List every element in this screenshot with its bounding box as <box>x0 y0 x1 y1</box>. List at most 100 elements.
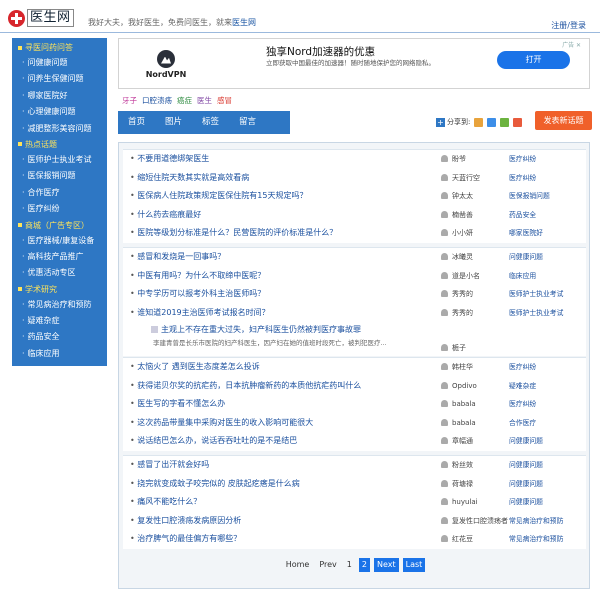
topic-author[interactable]: babala <box>441 414 476 433</box>
topic-author[interactable]: 章幅通 <box>441 432 473 451</box>
sidebar-item[interactable]: 高科技产品推广 <box>12 249 107 265</box>
sidebar-item[interactable]: 疑难杂症 <box>12 313 107 329</box>
tagline-site-link[interactable]: 医生网 <box>232 18 256 27</box>
list-item[interactable]: 医院等级划分标准是什么？民营医院的评价标准是什么？ 小小妍 哪家医院好 <box>123 224 586 243</box>
topic-author[interactable]: 天蓝行空 <box>441 169 480 188</box>
list-item[interactable]: 不要用道德绑架医生 盼爷 医疗纠纷 <box>123 150 586 169</box>
tag-link[interactable]: 牙子 <box>122 96 137 105</box>
topic-category[interactable]: 常见病治疗和预防 <box>509 512 563 531</box>
pager-next[interactable]: Next <box>373 558 399 572</box>
topic-author[interactable]: 楠凿善 <box>441 206 473 225</box>
featured-title[interactable]: 主观上不存在重大过失，妇产科医生仍然被判医疗事故罪 <box>161 324 361 335</box>
list-item[interactable]: 中医有用吗？为什么不取缔中医呢？ 道是小名 临床应用 <box>123 267 586 286</box>
topic-title[interactable]: 治疗脾气的最佳偏方有哪些？ <box>130 530 241 549</box>
topic-title[interactable]: 挠完就变成蚊子咬完似的 皮肤起疙瘩是什么病 <box>130 475 300 494</box>
sidebar-item[interactable]: 心理健康问题 <box>12 104 107 120</box>
topic-author[interactable]: 红花豆 <box>441 530 473 549</box>
topic-title[interactable]: 什么药去癌痕最好 <box>130 206 201 225</box>
pager-prev[interactable]: Prev <box>316 558 339 572</box>
topic-author[interactable]: 韩柱华 <box>441 358 473 377</box>
topic-author[interactable]: 秀秀的 <box>441 304 473 323</box>
plus-icon[interactable]: + <box>436 117 445 127</box>
list-item[interactable]: 感冒和发烧是一回事吗？ 冰曦灵 问健康问题 <box>123 248 586 267</box>
new-topic-button[interactable]: 发表新话题 <box>535 111 592 130</box>
list-item[interactable]: 谁知道2019主治医师考试报名时间？ 秀秀的 医师护士执业考试 <box>123 304 586 323</box>
topic-category[interactable]: 医师护士执业考试 <box>509 304 563 323</box>
topic-title[interactable]: 复发性口腔溃疡发病原因分析 <box>130 512 241 531</box>
topic-category[interactable]: 医疗纠纷 <box>509 395 536 414</box>
sidebar-item[interactable]: 哪家医院好 <box>12 88 107 104</box>
topic-author[interactable]: 钟太太 <box>441 187 473 206</box>
topic-category[interactable]: 合作医疗 <box>509 414 536 433</box>
list-item[interactable]: 医生写的字看不懂怎么办 babala 医疗纠纷 <box>123 395 586 414</box>
tab-item[interactable]: 首页 <box>118 111 155 134</box>
topic-title[interactable]: 感冒了出汗就会好吗 <box>130 456 209 475</box>
topic-category[interactable]: 临床应用 <box>509 267 536 286</box>
sidebar-item[interactable]: 临床应用 <box>12 346 107 362</box>
topic-category[interactable]: 医疗纠纷 <box>509 169 536 188</box>
share-site-icon[interactable] <box>474 117 484 127</box>
topic-author[interactable]: 盼爷 <box>441 150 466 169</box>
topic-category[interactable]: 医保报销问题 <box>509 187 550 206</box>
sidebar-item[interactable]: 医保报销问题 <box>12 168 107 184</box>
topic-category[interactable]: 疑难杂症 <box>509 377 536 396</box>
list-item[interactable]: 治疗脾气的最佳偏方有哪些？ 红花豆 常见病治疗和预防 <box>123 530 586 549</box>
topic-author[interactable]: 秀秀的 <box>441 285 473 304</box>
topic-category[interactable]: 问健康问题 <box>509 432 543 451</box>
sidebar-item[interactable]: 医师护士执业考试 <box>12 152 107 168</box>
sidebar-section-title[interactable]: 寻医问药问答 <box>12 40 107 55</box>
topic-category[interactable]: 哪家医院好 <box>509 224 543 243</box>
sidebar-item[interactable]: 医疗纠纷 <box>12 201 107 217</box>
share-site-icon[interactable] <box>513 117 523 127</box>
sidebar-item[interactable]: 药品安全 <box>12 329 107 345</box>
topic-category[interactable]: 医疗纠纷 <box>509 358 536 377</box>
topic-title[interactable]: 中医有用吗？为什么不取缔中医呢？ <box>130 267 265 286</box>
topic-author[interactable]: 道是小名 <box>441 267 480 286</box>
featured-author[interactable]: 栀子 <box>441 343 466 353</box>
topic-title[interactable]: 感冒和发烧是一回事吗？ <box>130 248 225 267</box>
sidebar-item[interactable]: 减肥整形美容问题 <box>12 121 107 137</box>
list-item[interactable]: 中专学历可以报考外科主治医师吗？ 秀秀的 医师护士执业考试 <box>123 285 586 304</box>
list-item[interactable]: 痛风不能吃什么？ huyulai 问健康问题 <box>123 493 586 512</box>
site-logo[interactable]: 医生网 <box>8 9 74 27</box>
topic-title[interactable]: 缩短住院天数其实就是高效看病 <box>130 169 249 188</box>
sidebar-section-title[interactable]: 学术研究 <box>12 282 107 297</box>
list-item[interactable]: 缩短住院天数其实就是高效看病 天蓝行空 医疗纠纷 <box>123 169 586 188</box>
list-item[interactable]: 太恼火了 遇到医生态度差怎么投诉 韩柱华 医疗纠纷 <box>123 358 586 377</box>
tag-link[interactable]: 医生 <box>197 96 212 105</box>
topic-author[interactable]: huyulai <box>441 493 478 512</box>
sidebar-item[interactable]: 合作医疗 <box>12 185 107 201</box>
share-site-icon[interactable] <box>500 117 510 127</box>
sidebar-item[interactable]: 医疗器械/康复设备 <box>12 233 107 249</box>
list-item[interactable]: 获得诺贝尔奖的抗疟药，日本抗肿瘤新药的本质他抗疟药叫什么 Opdivo 疑难杂症 <box>123 377 586 396</box>
topic-category[interactable]: 问健康问题 <box>509 456 543 475</box>
topic-title[interactable]: 医院等级划分标准是什么？民营医院的评价标准是什么？ <box>130 224 337 243</box>
topic-title[interactable]: 医生写的字看不懂怎么办 <box>130 395 225 414</box>
topic-category[interactable]: 问健康问题 <box>509 248 543 267</box>
topic-category[interactable]: 常见病治疗和预防 <box>509 530 563 549</box>
register-login-link[interactable]: 注册/登录 <box>551 20 586 31</box>
topic-author[interactable]: Opdivo <box>441 377 477 396</box>
topic-title[interactable]: 太恼火了 遇到医生态度差怎么投诉 <box>130 358 260 377</box>
topic-category[interactable]: 医师护士执业考试 <box>509 285 563 304</box>
list-item[interactable]: 复发性口腔溃疡发病原因分析 复发性口腔溃疡者常见病治疗和预防 <box>123 512 586 531</box>
topic-category[interactable]: 问健康问题 <box>509 493 543 512</box>
topic-category[interactable]: 药品安全 <box>509 206 536 225</box>
topic-author[interactable]: 小小妍 <box>441 224 473 243</box>
ad-close-icon[interactable]: 广告 ✕ <box>562 40 581 49</box>
topic-title[interactable]: 这次药品带量集中采购对医生的收入影响可能很大 <box>130 414 313 433</box>
tag-link[interactable]: 感冒 <box>217 96 232 105</box>
tag-link[interactable]: 口腔溃疡 <box>142 96 172 105</box>
topic-author[interactable]: 荷塘禄 <box>441 475 473 494</box>
topic-title[interactable]: 谁知道2019主治医师考试报名时间？ <box>130 304 269 323</box>
pager-page-2[interactable]: 2 <box>358 558 370 572</box>
pager-page-1[interactable]: 1 <box>344 558 355 572</box>
topic-author[interactable]: 复发性口腔溃疡者 <box>441 512 508 531</box>
sidebar-item[interactable]: 常见病治疗和预防 <box>12 297 107 313</box>
tag-link[interactable]: 癌症 <box>177 96 192 105</box>
sidebar-section-title[interactable]: 商城（广告专区） <box>12 218 107 233</box>
list-item[interactable]: 说话结巴怎么办，说话吞吞吐吐的是不是结巴 章幅通 问健康问题 <box>123 432 586 451</box>
topic-author[interactable]: babala <box>441 395 476 414</box>
list-item[interactable]: 挠完就变成蚊子咬完似的 皮肤起疙瘩是什么病 荷塘禄 问健康问题 <box>123 475 586 494</box>
list-item[interactable]: 这次药品带量集中采购对医生的收入影响可能很大 babala 合作医疗 <box>123 414 586 433</box>
